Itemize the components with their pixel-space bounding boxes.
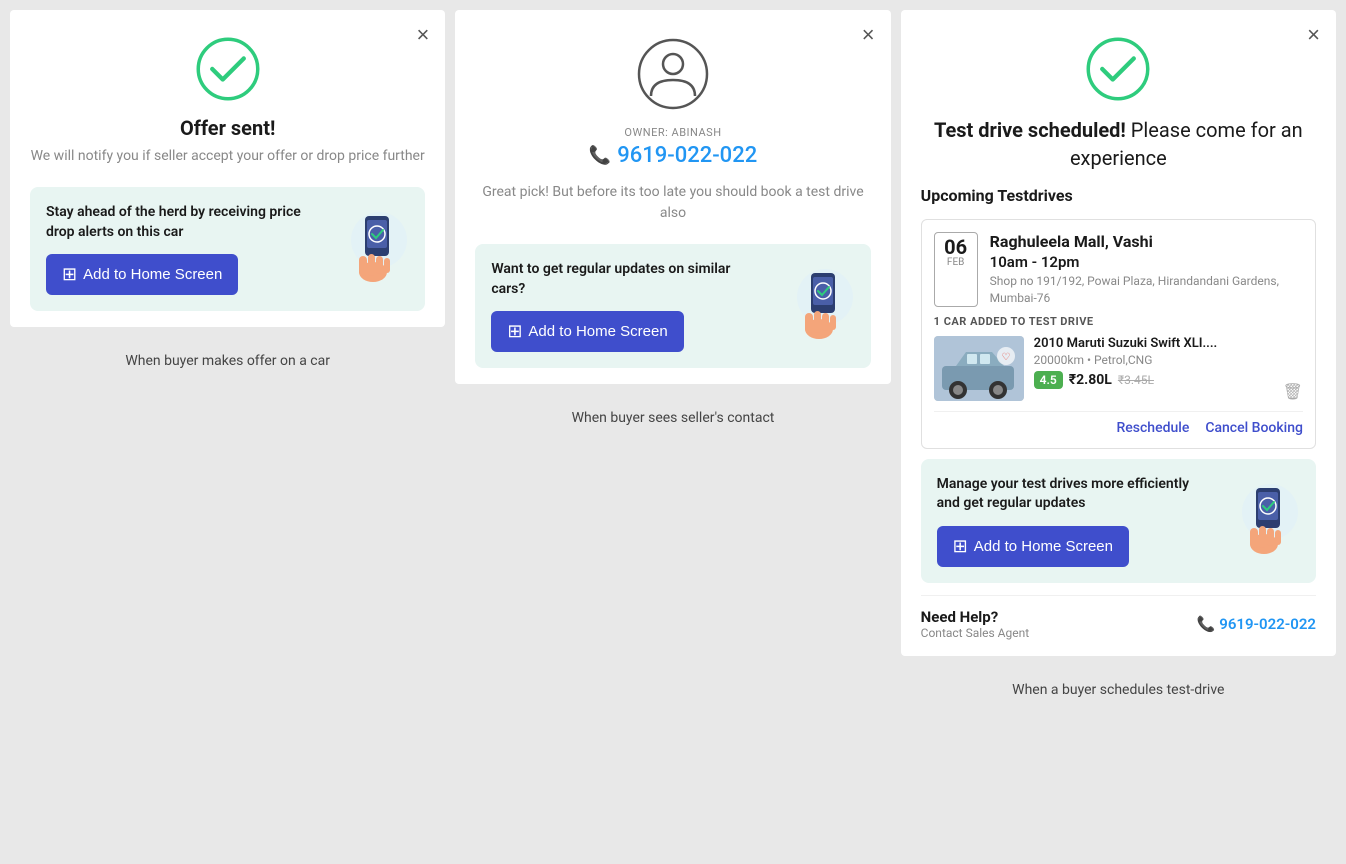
phone-hand-illustration-panel1 bbox=[329, 204, 409, 294]
promo-text-panel1: Stay ahead of the herd by receiving pric… bbox=[46, 203, 319, 242]
offer-sent-title: Offer sent! bbox=[30, 116, 425, 140]
location-addr: Shop no 191/192, Powai Plaza, Hirandanda… bbox=[990, 273, 1303, 307]
car-name: 2010 Maruti Suzuki Swift XLI.... bbox=[1034, 336, 1303, 351]
promo-banner-panel1: Stay ahead of the herd by receiving pric… bbox=[30, 187, 425, 311]
help-subtitle: Contact Sales Agent bbox=[921, 626, 1030, 640]
caption-panel3: When a buyer schedules test-drive bbox=[901, 672, 1336, 698]
car-specs: 20000km • Petrol,CNG bbox=[1034, 353, 1303, 367]
svg-text:♡: ♡ bbox=[1001, 352, 1010, 363]
check-circle-icon-panel3 bbox=[1083, 34, 1153, 104]
help-section: Need Help? Contact Sales Agent 📞 9619-02… bbox=[921, 595, 1316, 640]
phone-hand-illustration-panel2 bbox=[775, 261, 855, 351]
car-added-label: 1 CAR ADDED TO TEST DRIVE bbox=[934, 315, 1303, 328]
phone-icon-panel2: 📞 bbox=[589, 145, 611, 166]
close-button-panel1[interactable]: × bbox=[416, 24, 429, 46]
promo-banner-panel3: Manage your test drives more efficiently… bbox=[921, 459, 1316, 583]
testdrive-location-card: 06 FEB Raghuleela Mall, Vashi 10am - 12p… bbox=[921, 219, 1316, 449]
owner-label: OWNER: ABINASH bbox=[475, 126, 870, 139]
phone-icon-panel3: 📞 bbox=[1197, 615, 1216, 633]
offer-sent-subtitle: We will notify you if seller accept your… bbox=[30, 146, 425, 167]
add-home-button-panel1[interactable]: ⊞ Add to Home Screen bbox=[46, 254, 238, 295]
car-rating: 4.5 bbox=[1034, 371, 1063, 389]
location-time: 10am - 12pm bbox=[990, 253, 1303, 271]
location-name: Raghuleela Mall, Vashi bbox=[990, 232, 1303, 251]
car-item: ♡ 2010 Maruti Suzuki Swift XLI.... 20000… bbox=[934, 336, 1303, 401]
caption-panel1: When buyer makes offer on a car bbox=[10, 343, 445, 369]
owner-avatar-icon bbox=[633, 34, 713, 114]
plus-icon-panel3: ⊞ bbox=[953, 536, 968, 557]
owner-icon-area bbox=[475, 34, 870, 114]
car-price: ₹2.80L bbox=[1069, 372, 1112, 388]
phone-hand-illustration-panel3 bbox=[1220, 476, 1300, 566]
plus-icon-panel1: ⊞ bbox=[62, 264, 77, 285]
add-home-button-panel3[interactable]: ⊞ Add to Home Screen bbox=[937, 526, 1129, 567]
date-badge: 06 FEB bbox=[934, 232, 978, 307]
delete-icon[interactable]: 🗑 bbox=[1283, 382, 1303, 401]
car-thumbnail: ♡ bbox=[934, 336, 1024, 401]
panel-testdrive: × Test drive scheduled! Please come for … bbox=[901, 10, 1336, 656]
panel-seller-contact: × OWNER: ABINASH 📞 9619-022-022 Great pi… bbox=[455, 10, 890, 384]
car-price-old: ₹3.45L bbox=[1118, 373, 1154, 387]
panel-offer-sent: × Offer sent! We will notify you if sell… bbox=[10, 10, 445, 327]
offer-sent-icon-area bbox=[30, 34, 425, 104]
promo-text-panel2: Want to get regular updates on similar c… bbox=[491, 260, 764, 299]
reschedule-link[interactable]: Reschedule bbox=[1116, 420, 1189, 436]
contact-subtitle: Great pick! But before its too late you … bbox=[475, 182, 870, 224]
promo-banner-panel2: Want to get regular updates on similar c… bbox=[475, 244, 870, 368]
upcoming-label: Upcoming Testdrives bbox=[921, 186, 1316, 205]
close-button-panel2[interactable]: × bbox=[862, 24, 875, 46]
check-circle-icon bbox=[193, 34, 263, 104]
phone-link[interactable]: 📞 9619-022-022 bbox=[475, 143, 870, 168]
promo-text-panel3: Manage your test drives more efficiently… bbox=[937, 475, 1210, 514]
help-title: Need Help? bbox=[921, 608, 1030, 626]
cancel-booking-link[interactable]: Cancel Booking bbox=[1205, 420, 1303, 436]
add-home-button-panel2[interactable]: ⊞ Add to Home Screen bbox=[491, 311, 683, 352]
plus-icon-panel2: ⊞ bbox=[507, 321, 522, 342]
close-button-panel3[interactable]: × bbox=[1307, 24, 1320, 46]
caption-panel2: When buyer sees seller's contact bbox=[455, 400, 890, 426]
testdrive-icon-area bbox=[921, 34, 1316, 104]
help-phone[interactable]: 📞 9619-022-022 bbox=[1197, 615, 1316, 633]
testdrive-title: Test drive scheduled! Please come for an… bbox=[921, 116, 1316, 172]
